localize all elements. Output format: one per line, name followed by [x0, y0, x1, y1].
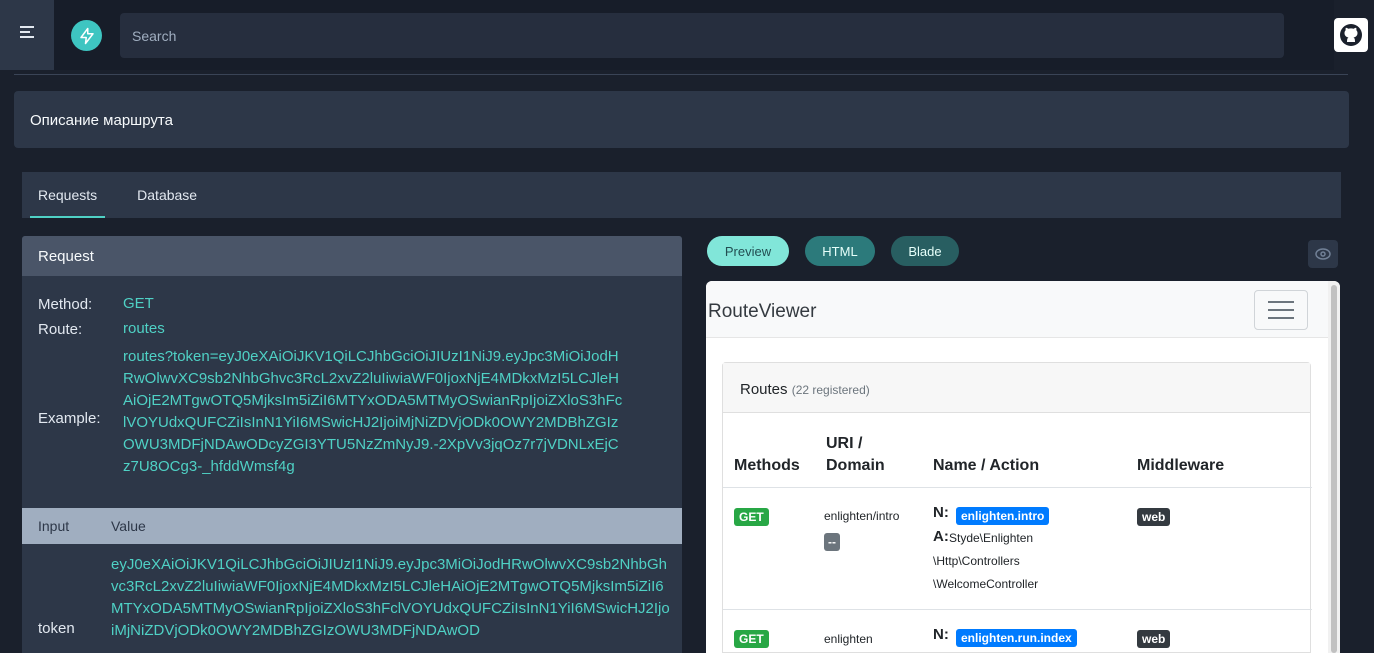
menu-button[interactable] — [0, 0, 54, 70]
route-name-badge[interactable]: enlighten.intro — [956, 507, 1050, 525]
name-prefix: N: — [933, 504, 949, 521]
request-panel-header: Request — [22, 236, 682, 276]
uri-column-header-line1: URI / — [826, 435, 863, 452]
input-column-header: Input — [38, 518, 70, 534]
preview-toggle-button[interactable]: Preview — [707, 236, 789, 266]
eye-icon[interactable] — [1308, 240, 1338, 268]
method-label: Method: — [38, 296, 93, 313]
tab-database[interactable]: Database — [121, 172, 213, 218]
token-input-value: eyJ0eXAiOiJKV1QiLCJhbGciOiJIUzI1NiJ9.eyJ… — [111, 556, 670, 639]
preview-frame: RouteViewer Routes (22 registered) Metho… — [706, 281, 1340, 653]
example-line: routes?token=eyJ0eXAiOiJKV1QiLCJhbGciOiJ… — [123, 348, 619, 365]
table-row-divider — [723, 609, 1312, 610]
input-table-header: Input Value — [22, 508, 682, 544]
example-line: z7U8OCg3-_hfddWmsf4g — [123, 458, 295, 475]
name-prefix: N: — [933, 626, 949, 643]
blade-toggle-button[interactable]: Blade — [891, 236, 959, 266]
route-value: routes — [123, 320, 165, 337]
github-icon[interactable] — [1334, 18, 1368, 52]
page-title: Описание маршрута — [30, 112, 173, 129]
action-prefix: A: — [933, 528, 949, 545]
routes-card-header: Routes (22 registered) — [723, 363, 1310, 413]
action-line: \Http\Controllers — [933, 554, 1020, 568]
bolt-icon[interactable] — [71, 20, 102, 51]
action-line: Styde\Enlighten — [949, 531, 1034, 545]
table-divider — [723, 487, 1312, 488]
route-name-badge[interactable]: enlighten.run.index — [956, 629, 1077, 647]
middleware-column-header: Middleware — [1137, 457, 1225, 474]
example-line: RwOlwvXC9sb2NhbGhvc3RcL2xvZ2luIiwiaWF0Ij… — [123, 370, 619, 387]
middleware-badge: web — [1137, 508, 1171, 526]
top-bar — [0, 0, 1374, 70]
navbar-toggler-button[interactable] — [1254, 290, 1308, 330]
action-line: \WelcomeController — [933, 577, 1039, 591]
hamburger-icon — [1268, 317, 1294, 319]
preview-scrollbar-thumb[interactable] — [1331, 285, 1337, 653]
hamburger-icon — [1268, 301, 1294, 303]
preview-navbar: RouteViewer — [706, 281, 1328, 338]
tab-bar: Requests Database — [22, 172, 1341, 218]
token-input-name: token — [38, 620, 75, 637]
method-badge: GET — [734, 630, 769, 648]
request-details: Method: GET Route: routes Example: route… — [22, 276, 682, 508]
route-label: Route: — [38, 321, 83, 338]
route-uri: enlighten — [824, 632, 873, 646]
hamburger-icon — [1268, 309, 1294, 311]
search-input[interactable] — [120, 13, 1284, 58]
request-panel: Request Method: GET Route: routes Exampl… — [22, 236, 682, 653]
preview-brand[interactable]: RouteViewer — [708, 301, 816, 323]
uri-column-header-line2: Domain — [826, 457, 885, 474]
routes-title: Routes — [740, 381, 788, 398]
divider — [14, 74, 1348, 75]
routes-count: (22 registered) — [791, 383, 870, 397]
method-badge: GET — [734, 508, 769, 526]
menu-icon — [20, 26, 34, 38]
name-column-header: Name / Action — [933, 457, 1040, 474]
value-column-header: Value — [111, 518, 146, 534]
example-line: AiOjE2MTgwOTQ5MjksIm5iZiI6MTYxODA5MTMyOS… — [123, 392, 623, 409]
html-toggle-button[interactable]: HTML — [805, 236, 875, 266]
routes-card: Routes (22 registered) Methods URI / Dom… — [722, 362, 1312, 653]
example-value[interactable]: routes?token=eyJ0eXAiOiJKV1QiLCJhbGciOiJ… — [123, 346, 622, 478]
example-line: OWU3MDFjNDAwODcyZGI3YTU5NzZmNyJ9.-2XpVv3… — [123, 436, 619, 453]
example-line: lVOYUdxQUFCZiIsInN1YiI6MSwicHJ2IjoiMjNiZ… — [123, 414, 619, 431]
method-value: GET — [123, 295, 154, 312]
route-uri: enlighten/intro — [824, 509, 900, 523]
methods-column-header: Methods — [734, 457, 800, 474]
middleware-badge: web — [1137, 630, 1171, 648]
page-title-card: Описание маршрута — [14, 91, 1349, 148]
tab-requests[interactable]: Requests — [22, 172, 113, 218]
example-label: Example: — [38, 410, 101, 427]
domain-badge: -- — [824, 533, 840, 551]
